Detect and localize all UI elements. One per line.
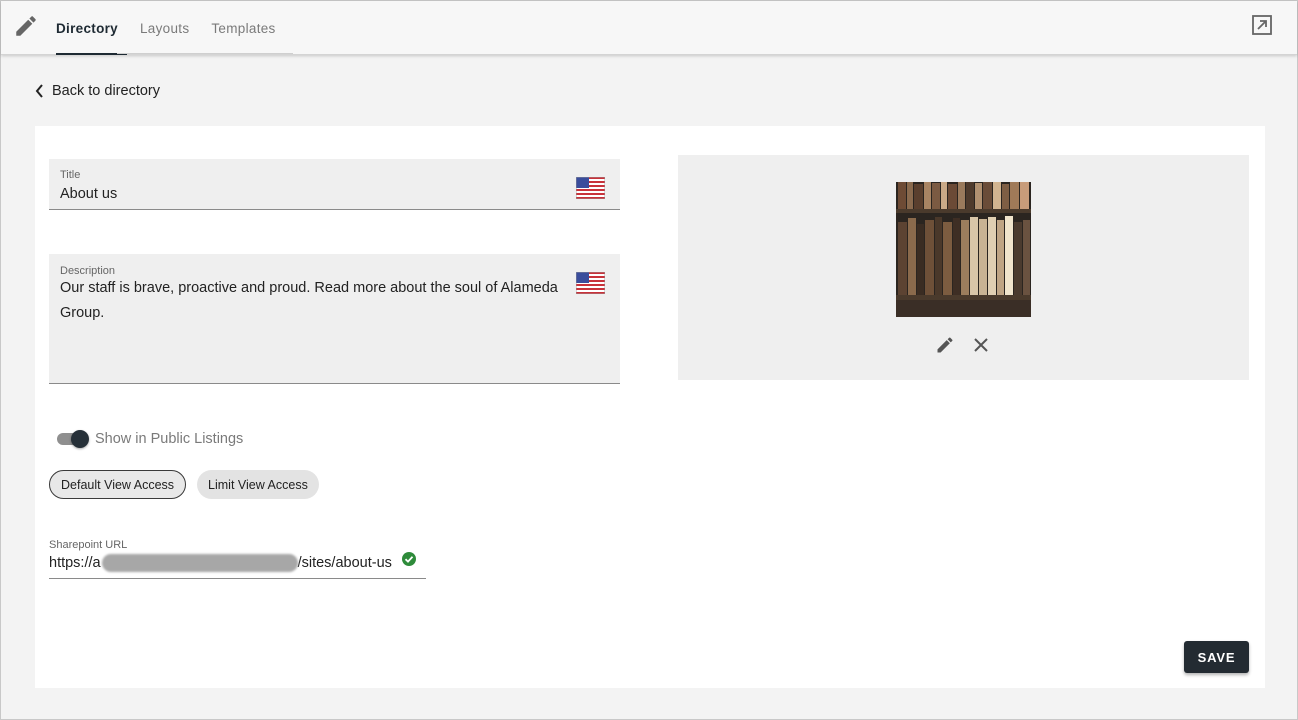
open-in-new-icon[interactable] [1251,14,1273,36]
check-circle-icon [402,552,416,566]
public-listing-toggle[interactable] [55,429,91,449]
top-nav-bar: Directory Layouts Templates [1,1,1297,55]
access-chips: Default View Access Limit View Access [49,470,330,499]
sharepoint-url-field[interactable]: Sharepoint URL https://a/sites/about-us [49,536,426,579]
title-label: Title [60,169,81,181]
redacted-segment [101,554,298,572]
pencil-icon[interactable] [935,335,955,355]
sharepoint-url-label: Sharepoint URL [49,539,128,551]
tab-layouts[interactable]: Layouts [131,1,198,55]
us-flag-icon[interactable] [576,272,605,294]
pencil-icon[interactable] [13,13,39,39]
close-icon[interactable] [971,335,991,355]
edit-card: Title About us Description Our staff is … [35,126,1265,688]
description-input[interactable]: Our staff is brave, proactive and proud.… [60,276,560,326]
toggle-knob [71,430,89,448]
tab-templates[interactable]: Templates [202,1,284,55]
chevron-left-icon [35,84,43,98]
tabs-divider [117,53,293,54]
limit-view-access-chip[interactable]: Limit View Access [197,470,319,499]
url-prefix: https://a [49,554,101,571]
tab-directory[interactable]: Directory [47,1,127,55]
title-field[interactable]: Title About us [49,159,620,210]
back-link-label: Back to directory [52,83,160,99]
us-flag-icon[interactable] [576,177,605,199]
url-suffix: /sites/about-us [297,554,392,571]
sharepoint-url-input[interactable]: https://a/sites/about-us [49,554,392,572]
bookshelf-image[interactable] [896,182,1031,317]
description-field[interactable]: Description Our staff is brave, proactiv… [49,254,620,384]
save-button[interactable]: SAVE [1184,641,1249,673]
back-to-directory-link[interactable]: Back to directory [35,83,160,99]
nav-tabs: Directory Layouts Templates [47,1,289,55]
title-input[interactable]: About us [60,186,117,202]
image-panel [678,155,1249,380]
public-listing-row: Show in Public Listings [55,429,243,449]
public-listing-label: Show in Public Listings [95,431,244,447]
default-view-access-chip[interactable]: Default View Access [49,470,187,499]
